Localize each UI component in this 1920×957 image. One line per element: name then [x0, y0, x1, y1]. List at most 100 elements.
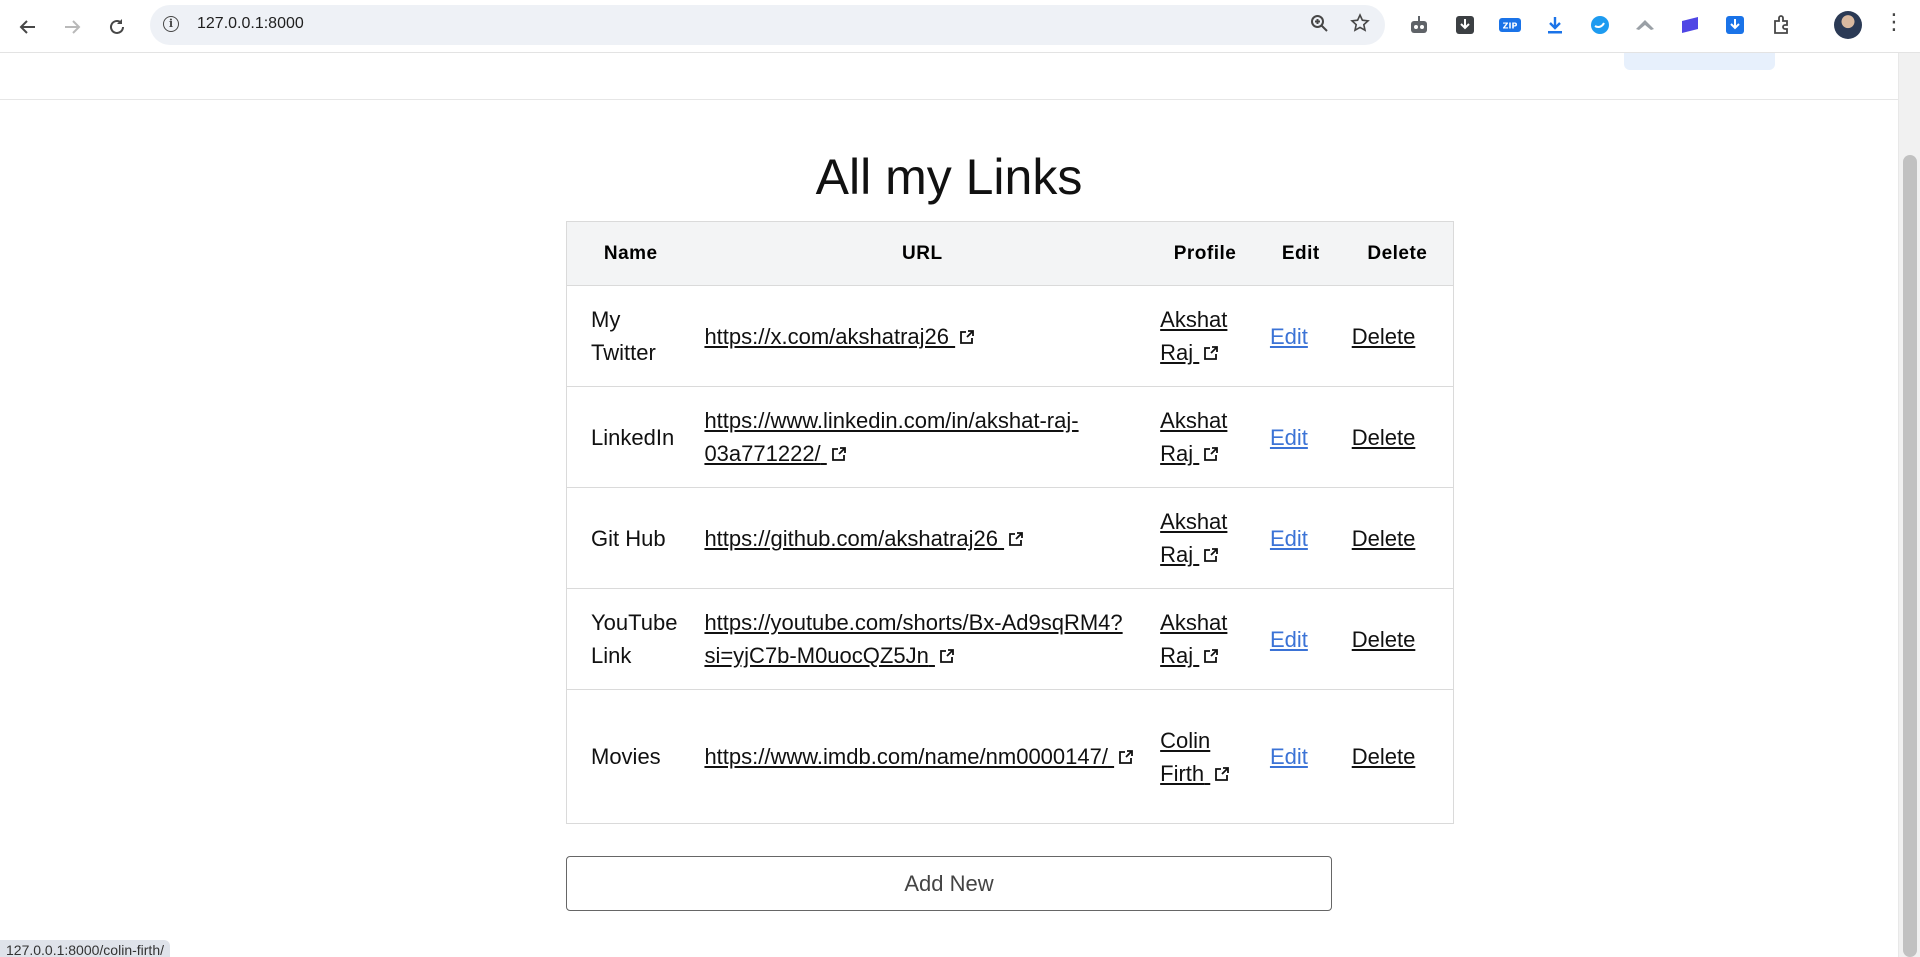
table-header-row: Name URL Profile Edit Delete: [566, 221, 1454, 286]
forward-icon[interactable]: [57, 12, 87, 42]
profile-name[interactable]: Colin Firth: [1160, 728, 1210, 786]
edit-link[interactable]: Edit: [1270, 526, 1308, 551]
header-name: Name: [566, 221, 695, 286]
table-row: Movies https://www.imdb.com/name/nm000014…: [566, 689, 1454, 824]
browser-menu-icon[interactable]: ⋮: [1883, 10, 1905, 35]
page-scrollbar[interactable]: [1898, 53, 1920, 957]
link-name-text: My Twitter: [591, 307, 656, 365]
table-row: YouTube Link https://youtube.com/shorts/B…: [566, 588, 1454, 690]
external-link-icon: [1118, 741, 1134, 764]
edit-cell: Edit: [1259, 285, 1342, 387]
page-title: All my Links: [815, 149, 1083, 205]
download-box-extension-icon[interactable]: [1452, 12, 1478, 38]
page-header-band: [0, 53, 1898, 100]
delete-link[interactable]: Delete: [1352, 744, 1416, 769]
link-url-text[interactable]: https://www.imdb.com/name/nm0000147/: [704, 744, 1108, 769]
profile-avatar[interactable]: [1834, 11, 1862, 39]
edit-link[interactable]: Edit: [1270, 324, 1308, 349]
profile-link[interactable]: Akshat Raj: [1160, 610, 1227, 668]
delete-cell: Delete: [1341, 285, 1454, 387]
header-delete: Delete: [1341, 221, 1454, 286]
external-link-icon: [1203, 337, 1219, 360]
external-link-icon: [1008, 523, 1024, 546]
edit-cell: Edit: [1259, 487, 1342, 589]
blue-download-extension-icon[interactable]: [1722, 12, 1748, 38]
link-name: Git Hub: [566, 487, 695, 589]
robot-extension-icon[interactable]: [1406, 12, 1432, 38]
link-name-text: LinkedIn: [591, 424, 675, 450]
edit-cell: Edit: [1259, 386, 1342, 488]
edit-cell: Edit: [1259, 689, 1342, 824]
profile-link[interactable]: Akshat Raj: [1160, 408, 1227, 466]
delete-link[interactable]: Delete: [1352, 324, 1416, 349]
external-link-icon: [959, 321, 975, 344]
link-url[interactable]: https://youtube.com/shorts/Bx-Ad9sqRM4?s…: [704, 610, 1122, 668]
link-url[interactable]: https://github.com/akshatraj26: [704, 526, 1024, 551]
link-profile-cell: Colin Firth: [1150, 689, 1260, 824]
address-url[interactable]: 127.0.0.1:8000: [197, 15, 304, 33]
edit-cell: Edit: [1259, 588, 1342, 690]
link-url[interactable]: https://www.imdb.com/name/nm0000147/: [704, 744, 1134, 769]
link-profile-cell: Akshat Raj: [1150, 386, 1260, 488]
external-link-icon: [1203, 438, 1219, 461]
add-new-button[interactable]: Add New: [566, 856, 1332, 911]
delete-link[interactable]: Delete: [1352, 627, 1416, 652]
table-row: Git Hub https://github.com/akshatraj26 Ak…: [566, 487, 1454, 589]
delete-link[interactable]: Delete: [1352, 526, 1416, 551]
link-name: My Twitter: [566, 285, 695, 387]
profile-link[interactable]: Colin Firth: [1160, 728, 1230, 786]
bookmark-star-icon[interactable]: [1350, 13, 1370, 38]
external-link-icon: [1214, 758, 1230, 781]
profile-link[interactable]: Akshat Raj: [1160, 307, 1227, 365]
download-arrow-extension-icon[interactable]: [1542, 12, 1568, 38]
edit-link[interactable]: Edit: [1270, 744, 1308, 769]
link-url[interactable]: https://x.com/akshatraj26: [704, 324, 975, 349]
site-info-icon[interactable]: i: [163, 16, 179, 32]
purple-extension-icon[interactable]: [1677, 12, 1703, 38]
address-bar[interactable]: i 127.0.0.1:8000: [150, 5, 1385, 45]
profile-link[interactable]: Akshat Raj: [1160, 509, 1227, 567]
link-name-text: Git Hub: [591, 525, 666, 551]
link-url-text[interactable]: https://github.com/akshatraj26: [704, 526, 998, 551]
external-link-icon: [831, 438, 847, 461]
zoom-icon[interactable]: [1310, 13, 1328, 37]
link-url-text[interactable]: https://www.linkedin.com/in/akshat-raj-0…: [704, 408, 1078, 466]
link-profile-cell: Akshat Raj: [1150, 588, 1260, 690]
header-button-partial[interactable]: [1624, 53, 1775, 70]
header-profile: Profile: [1150, 221, 1260, 286]
edit-link[interactable]: Edit: [1270, 425, 1308, 450]
scrollbar-thumb[interactable]: [1903, 155, 1917, 957]
table-row: My Twitter https://x.com/akshatraj26 Aksh…: [566, 285, 1454, 387]
link-url-cell: https://youtube.com/shorts/Bx-Ad9sqRM4?s…: [694, 588, 1151, 690]
link-url[interactable]: https://www.linkedin.com/in/akshat-raj-0…: [704, 408, 1078, 466]
link-url-cell: https://www.linkedin.com/in/akshat-raj-0…: [694, 386, 1151, 488]
edit-link[interactable]: Edit: [1270, 627, 1308, 652]
delete-link[interactable]: Delete: [1352, 425, 1416, 450]
link-name-text: Movies: [591, 744, 661, 769]
back-icon[interactable]: [13, 12, 43, 42]
table-row: LinkedIn https://www.linkedin.com/in/aksh…: [566, 386, 1454, 488]
link-url-cell: https://x.com/akshatraj26: [694, 285, 1151, 387]
external-link-icon: [939, 640, 955, 663]
link-url-text[interactable]: https://x.com/akshatraj26: [704, 324, 949, 349]
external-link-icon: [1203, 539, 1219, 562]
delete-cell: Delete: [1341, 588, 1454, 690]
link-name: LinkedIn: [566, 386, 695, 488]
link-url-cell: https://github.com/akshatraj26: [694, 487, 1151, 589]
delete-cell: Delete: [1341, 487, 1454, 589]
plane-extension-icon[interactable]: [1632, 12, 1658, 38]
header-url: URL: [694, 221, 1151, 286]
link-name-text: YouTube Link: [591, 610, 678, 668]
bird-extension-icon[interactable]: [1587, 12, 1613, 38]
external-link-icon: [1203, 640, 1219, 663]
zip-extension-icon[interactable]: ZIP: [1497, 12, 1523, 38]
delete-cell: Delete: [1341, 689, 1454, 824]
links-table: Name URL Profile Edit Delete My Twitter h…: [566, 221, 1454, 824]
link-url-text[interactable]: https://youtube.com/shorts/Bx-Ad9sqRM4?s…: [704, 610, 1122, 668]
svg-text:ZIP: ZIP: [1503, 22, 1518, 31]
extensions-puzzle-icon[interactable]: [1768, 12, 1794, 38]
header-edit: Edit: [1259, 221, 1342, 286]
link-name: YouTube Link: [566, 588, 695, 690]
reload-icon[interactable]: [102, 12, 132, 42]
link-url-cell: https://www.imdb.com/name/nm0000147/: [694, 689, 1151, 824]
